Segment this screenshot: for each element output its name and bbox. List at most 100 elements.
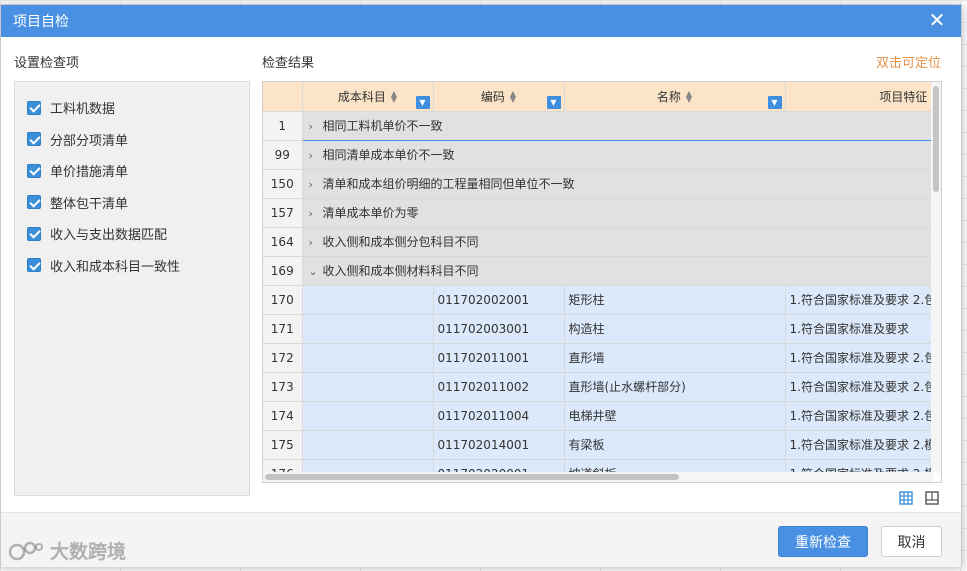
check-item-label: 收入与支出数据匹配 <box>50 228 168 244</box>
filter-icon[interactable]: ▼ <box>546 95 561 109</box>
dialog-footer: 重新检查 取消 <box>1 512 961 567</box>
row-number: 150 <box>263 169 303 199</box>
check-item[interactable]: 收入与支出数据匹配 <box>15 218 249 250</box>
checkbox[interactable] <box>27 195 41 210</box>
header-feature[interactable]: 项目特征▲▼ <box>785 82 933 112</box>
header-code[interactable]: 编码 ▲ ▼ ▼ <box>433 82 565 112</box>
code-cell: 011702011004 <box>433 401 565 431</box>
group-row[interactable]: 150 › 清单和成本组价明细的工程量相同但单位不一致 <box>263 169 933 199</box>
checkbox[interactable] <box>27 258 41 273</box>
split-view-icon[interactable] <box>925 491 939 505</box>
group-label: 收入侧和成本侧材料科目不同 <box>322 264 479 278</box>
row-number: 99 <box>263 140 303 170</box>
group-cell[interactable]: ⌄ 收入侧和成本侧材料科目不同 <box>302 256 933 286</box>
horizontal-scrollbar[interactable] <box>263 472 933 482</box>
check-item[interactable]: 整体包干清单 <box>15 187 249 219</box>
sort-icon[interactable]: ▲▼ <box>686 90 692 104</box>
feature-cell: 1.符合国家标准及要求 <box>785 314 933 344</box>
check-item-label: 工料机数据 <box>50 102 116 118</box>
checkbox[interactable] <box>27 226 41 241</box>
check-item-label: 收入和成本科目一致性 <box>50 259 181 275</box>
sort-icon[interactable]: ▲▼ <box>391 90 397 104</box>
row-number: 170 <box>263 285 303 315</box>
chevron-right-icon[interactable]: › <box>309 236 319 249</box>
group-row[interactable]: 157 › 清单成本单价为零 <box>263 198 933 228</box>
locate-hint: 双击可定位 <box>875 56 941 71</box>
chevron-right-icon[interactable]: › <box>309 178 319 191</box>
checkbox[interactable] <box>27 100 41 115</box>
cost-subject-cell <box>302 285 434 315</box>
table-row[interactable]: 174 011702011004 电梯井壁 1.符合国家标准及要求 2.包 <box>263 401 933 431</box>
checkbox[interactable] <box>27 132 41 147</box>
row-number: 173 <box>263 372 303 402</box>
check-results-title: 检查结果 <box>262 56 315 71</box>
check-item[interactable]: 单价措施清单 <box>15 155 249 187</box>
feature-cell: 1.符合国家标准及要求 2.模 <box>785 459 933 473</box>
sort-icon[interactable]: ▲▼ <box>510 90 516 104</box>
row-number: 172 <box>263 343 303 373</box>
recheck-button[interactable]: 重新检查 <box>778 526 868 557</box>
table-header-row: 成本科目▲▼▼ 编码▲▼▼ 名称▲▼▼ 项目特征▲▼ <box>263 82 933 112</box>
results-grid: 成本科目▲▼▼ 编码▲▼▼ 名称▲▼▼ 项目特征▲▼ 1›相同工料机单价不一致9… <box>262 81 942 483</box>
group-label: 清单和成本组价明细的工程量相同但单位不一致 <box>322 177 575 191</box>
group-cell[interactable]: › 清单成本单价为零 <box>302 198 933 228</box>
view-toggle <box>899 491 939 505</box>
close-icon[interactable]: ✕ <box>927 10 947 30</box>
code-cell: 011702011002 <box>433 372 565 402</box>
chevron-right-icon[interactable]: › <box>309 149 319 162</box>
header-name[interactable]: 名称 ▲ ▼ ▼ <box>564 82 786 112</box>
row-number: 175 <box>263 430 303 460</box>
chevron-right-icon[interactable]: › <box>309 120 319 133</box>
table-row[interactable]: 176 011702020001坡道斜板1.符合国家标准及要求 2.模 <box>263 459 933 473</box>
filter-icon[interactable]: ▼ <box>767 95 782 109</box>
group-cell[interactable]: › 相同清单成本单价不一致 <box>302 140 933 170</box>
group-row[interactable]: 164 › 收入侧和成本侧分包科目不同 <box>263 227 933 257</box>
table-row[interactable]: 171 011702003001 构造柱 1.符合国家标准及要求 <box>263 314 933 344</box>
check-items-title: 设置检查项 <box>14 56 80 71</box>
checkbox[interactable] <box>27 163 41 178</box>
filter-icon[interactable]: ▼ <box>415 95 430 109</box>
header-index <box>263 82 303 112</box>
group-row[interactable]: 169 ⌄ 收入侧和成本侧材料科目不同 <box>263 256 933 286</box>
chevron-down-icon[interactable]: ⌄ <box>309 265 319 278</box>
name-cell: 有梁板 <box>564 430 786 460</box>
table-row[interactable]: 172 011702011001 直形墙 1.符合国家标准及要求 2.包 <box>263 343 933 373</box>
table-row[interactable]: 173 011702011002 直形墙(止水螺杆部分) 1.符合国家标准及要求 2.… <box>263 372 933 402</box>
check-item[interactable]: 收入和成本科目一致性 <box>15 250 249 282</box>
table-row[interactable]: 175 011702014001 有梁板 1.符合国家标准及要求 2.模 <box>263 430 933 460</box>
watermark: 大数跨境 <box>8 537 126 564</box>
check-item[interactable]: 分部分项清单 <box>15 124 249 156</box>
cost-subject-cell <box>302 430 434 460</box>
cost-subject-cell <box>302 343 434 373</box>
header-cost-subject[interactable]: 成本科目 ▲ ▼ ▼ <box>302 82 434 112</box>
group-cell[interactable]: › 相同工料机单价不一致 <box>301 110 933 141</box>
name-cell: 构造柱 <box>564 314 786 344</box>
check-item[interactable]: 工料机数据 <box>15 92 249 124</box>
code-cell: 011702002001 <box>433 285 565 315</box>
group-row[interactable]: 1 › 相同工料机单价不一致 <box>263 110 933 141</box>
table-row[interactable]: 170 011702002001 矩形柱 1.符合国家标准及要求 2.包 <box>263 285 933 315</box>
group-row[interactable]: 99 › 相同清单成本单价不一致 <box>263 140 933 170</box>
code-cell: 011702011001 <box>433 343 565 373</box>
results-table: 成本科目▲▼▼ 编码▲▼▼ 名称▲▼▼ 项目特征▲▼ 1›相同工料机单价不一致9… <box>263 82 933 473</box>
feature-cell: 1.符合国家标准及要求 2.包 <box>785 401 933 431</box>
vertical-scroll-thumb[interactable] <box>933 86 939 192</box>
name-cell: 矩形柱 <box>564 285 786 315</box>
group-label: 收入侧和成本侧分包科目不同 <box>322 235 479 249</box>
feature-cell: 1.符合国家标准及要求 2.包 <box>785 343 933 373</box>
check-items-panel: 工料机数据分部分项清单 单价措施清单 整体包干清单收入与支出数据匹配 收入和成本科目一… <box>14 81 250 496</box>
row-number: 176 <box>263 459 303 473</box>
grid-view-icon[interactable] <box>899 491 913 505</box>
chevron-right-icon[interactable]: › <box>309 207 319 220</box>
name-cell: 电梯井壁 <box>564 401 786 431</box>
group-cell[interactable]: › 清单和成本组价明细的工程量相同但单位不一致 <box>302 169 933 199</box>
horizontal-scroll-thumb[interactable] <box>265 474 679 480</box>
row-number: 169 <box>263 256 303 286</box>
feature-cell: 1.符合国家标准及要求 2.包 <box>785 372 933 402</box>
self-check-dialog: 项目自检 ✕ 设置检查项 检查结果 双击可定位 工料机数据 分部分项清单 单价措施清… <box>0 4 962 567</box>
group-cell[interactable]: › 收入侧和成本侧分包科目不同 <box>302 227 933 257</box>
cancel-button[interactable]: 取消 <box>881 526 942 557</box>
vertical-scrollbar[interactable] <box>931 82 941 473</box>
row-number: 164 <box>263 227 303 257</box>
row-number: 1 <box>263 111 303 141</box>
